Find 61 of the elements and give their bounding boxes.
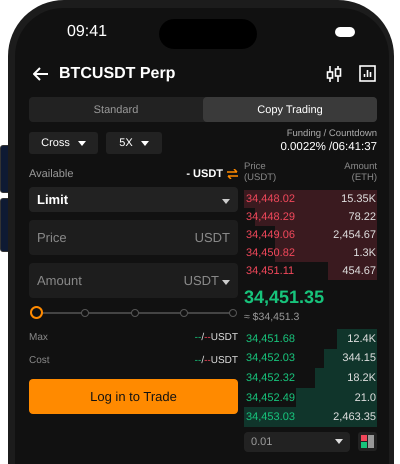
price-text: 34,452.49 — [246, 392, 295, 404]
order-type-select[interactable]: Limit — [29, 187, 238, 212]
precision-select[interactable]: 0.01 — [244, 432, 350, 452]
amount-slider[interactable] — [29, 306, 238, 320]
column-header: Amount (ETH) — [343, 161, 377, 183]
available-label: Available — [29, 168, 74, 180]
price-text: 34,448.02 — [246, 193, 295, 205]
column-header: Price (USDT) — [244, 161, 278, 183]
price-text: 34,448.29 — [246, 211, 295, 223]
slider-stop[interactable] — [81, 309, 90, 317]
margin-mode-select[interactable]: Cross — [29, 132, 98, 154]
layout-icon[interactable] — [358, 432, 377, 452]
slider-stop[interactable] — [180, 309, 188, 317]
login-button[interactable]: Log in to Trade — [29, 379, 238, 414]
amount-text: 1.3K — [353, 247, 376, 259]
battery-icon — [334, 27, 355, 37]
slider-thumb[interactable] — [30, 306, 43, 319]
price-text: 34,452.03 — [246, 352, 295, 364]
amount-text: 344.15 — [342, 352, 376, 364]
back-icon[interactable] — [33, 67, 49, 81]
candlestick-icon[interactable] — [325, 65, 343, 83]
amount-text: 454.67 — [342, 265, 376, 277]
amount-text: 15.35K — [341, 193, 376, 205]
amount-text: 2,463.35 — [333, 411, 376, 424]
price-text: 34,453.03 — [246, 411, 295, 424]
caret-icon — [222, 280, 230, 285]
usd-price: ≈ $34,451.3 — [244, 311, 300, 323]
amount-text: 18.2K — [347, 372, 376, 384]
price-text: 34,451.11 — [246, 265, 294, 277]
price-text: 34,450.82 — [246, 247, 295, 259]
transfer-icon[interactable] — [227, 169, 238, 179]
caret-icon — [140, 140, 149, 146]
status-time: 09:41 — [67, 23, 108, 41]
slider-stop[interactable] — [130, 309, 138, 317]
page-title: BTCUSDT Perp — [59, 65, 176, 83]
price-field[interactable]: Price USDT — [29, 220, 238, 255]
mode-tab[interactable]: Standard — [29, 97, 203, 122]
available-value: - USDT — [186, 168, 223, 180]
mode-tab[interactable]: Copy Trading — [203, 97, 377, 122]
amount-text: 78.22 — [348, 211, 376, 223]
funding-label: Funding / Countdown — [286, 128, 377, 139]
price-text: 34,449.06 — [246, 229, 295, 241]
slider-stop[interactable] — [229, 309, 237, 317]
caret-icon — [222, 199, 230, 204]
price-text: 34,452.32 — [246, 372, 295, 384]
amount-text: 2,454.67 — [333, 229, 376, 241]
depth-bar — [337, 329, 377, 349]
amount-text: 21.0 — [354, 392, 376, 404]
summary-value: --/--USDT — [194, 355, 238, 366]
leverage-select[interactable]: 5X — [106, 132, 162, 154]
amount-text: 12.4K — [347, 332, 376, 345]
price-text: 34,451.68 — [246, 332, 295, 345]
chart-icon[interactable] — [359, 65, 376, 82]
amount-field[interactable]: Amount USDT — [29, 263, 238, 298]
caret-icon — [335, 439, 343, 444]
last-price: 34,451.35 — [244, 286, 326, 308]
summary-label: Max — [29, 332, 48, 343]
caret-icon — [78, 140, 86, 146]
summary-label: Cost — [29, 355, 50, 366]
summary-value: --/--USDT — [194, 332, 238, 343]
funding-value: 0.0022% /06:41:37 — [280, 141, 377, 153]
